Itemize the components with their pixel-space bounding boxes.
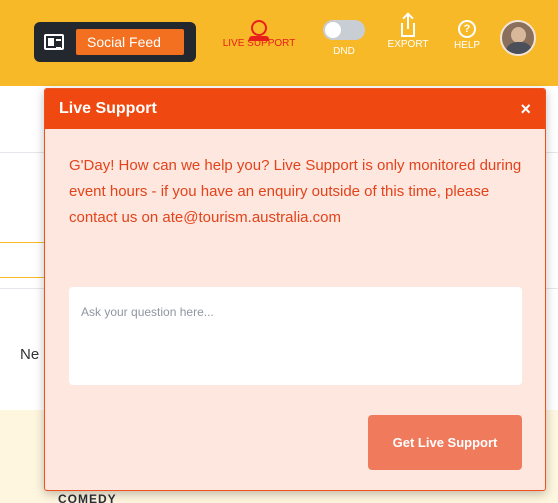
- background-text: Ne: [20, 346, 40, 363]
- export-icon: [401, 15, 415, 37]
- help-button[interactable]: ? HELP: [450, 20, 484, 51]
- support-message: G'Day! How can we help you? Live Support…: [69, 157, 522, 226]
- close-icon[interactable]: ×: [520, 99, 531, 120]
- export-button[interactable]: EXPORT: [382, 15, 434, 50]
- headset-icon: [249, 20, 269, 41]
- dnd-toggle[interactable]: DND: [320, 20, 368, 57]
- avatar[interactable]: [500, 20, 536, 56]
- help-icon: ?: [458, 20, 476, 38]
- toggle-icon[interactable]: [323, 20, 365, 40]
- get-live-support-button[interactable]: Get Live Support: [368, 415, 522, 470]
- export-label: EXPORT: [387, 39, 429, 50]
- question-input[interactable]: [69, 287, 522, 385]
- background-logo: COMEDY: [58, 492, 117, 503]
- toggle-knob: [325, 22, 341, 38]
- social-feed-label: Social Feed: [76, 29, 184, 55]
- background-input[interactable]: [0, 242, 48, 278]
- panel-title: Live Support: [59, 100, 157, 117]
- help-label: HELP: [453, 40, 481, 51]
- live-support-panel: Live Support × G'Day! How can we help yo…: [44, 88, 546, 491]
- panel-header: Live Support ×: [45, 89, 545, 129]
- social-feed-button[interactable]: Social Feed: [34, 22, 196, 62]
- top-bar: Social Feed LIVE SUPPORT DND EXPORT ? HE…: [0, 0, 558, 86]
- live-support-nav[interactable]: LIVE SUPPORT: [214, 20, 304, 49]
- dnd-label: DND: [333, 46, 355, 57]
- id-card-icon: [44, 34, 64, 50]
